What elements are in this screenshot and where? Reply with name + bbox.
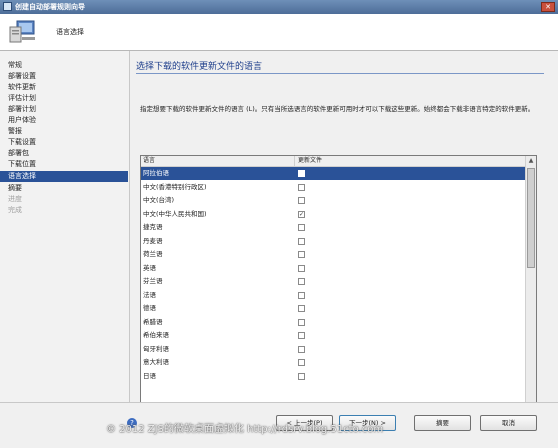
list-header: 语言 更新文件: [141, 156, 526, 167]
update-files-checkbox[interactable]: ✓: [298, 210, 305, 218]
wizard-header: 语言选择: [0, 14, 558, 51]
list-row[interactable]: 希伯来语: [141, 329, 526, 342]
page-description: 指定想要下载的软件更新文件的语言 (L)。只有当所选语言的软件更新可用时才可以下…: [140, 105, 535, 113]
list-row[interactable]: 匈牙利语: [141, 343, 526, 356]
update-files-checkbox[interactable]: [298, 278, 305, 285]
sidebar-item-evaluation-schedule[interactable]: 评估计划: [0, 93, 128, 104]
close-button[interactable]: ✕: [541, 2, 555, 12]
sidebar-item-software-updates[interactable]: 软件更新: [0, 82, 128, 93]
language-name: 丹麦语: [143, 236, 163, 245]
page-label: 语言选择: [56, 28, 84, 36]
update-files-checkbox[interactable]: [298, 251, 305, 258]
update-files-checkbox[interactable]: [298, 197, 305, 204]
update-files-checkbox[interactable]: [298, 183, 305, 191]
list-row[interactable]: 荷兰语: [141, 248, 526, 261]
list-row[interactable]: 捷克语: [141, 221, 526, 234]
language-name: 希腊语: [143, 317, 163, 326]
list-row[interactable]: 阿拉伯语: [141, 167, 526, 180]
cancel-button[interactable]: 取消: [480, 415, 537, 431]
language-name: 中文(中华人民共和国): [143, 209, 207, 218]
language-name: 中文(台湾): [143, 196, 175, 204]
language-name: 匈牙利语: [143, 344, 169, 353]
update-files-checkbox[interactable]: [298, 291, 305, 299]
watermark: © 2012 ZJS的微软桌面虚拟化 http://rdsrv.blog.51c…: [106, 424, 384, 435]
list-row[interactable]: 中文(台湾): [141, 194, 526, 207]
update-files-checkbox[interactable]: [298, 224, 305, 231]
sidebar-item-completion: 完成: [8, 206, 22, 214]
page-title: 选择下载的软件更新文件的语言: [136, 62, 263, 72]
language-name: 捷克语: [143, 223, 163, 231]
window-title: 创建自动部署规则向导: [15, 3, 85, 11]
app-icon: [3, 2, 12, 11]
sidebar-item-deployment-package[interactable]: 部署包: [0, 148, 128, 159]
language-name: 芬兰语: [143, 277, 163, 285]
update-files-checkbox[interactable]: [298, 372, 305, 380]
update-files-checkbox[interactable]: [298, 359, 305, 366]
sidebar-item-download-location[interactable]: 下载位置: [0, 159, 128, 170]
column-header-update-files[interactable]: 更新文件: [298, 156, 322, 166]
list-row[interactable]: 日语: [141, 370, 526, 383]
language-name: 荷兰语: [143, 250, 163, 258]
sidebar-item-summary[interactable]: 摘要: [0, 183, 128, 194]
title-bar: 创建自动部署规则向导 ✕: [0, 0, 558, 14]
list-row[interactable]: 德语: [141, 302, 526, 315]
language-name: 阿拉伯语: [143, 169, 169, 177]
update-files-checkbox[interactable]: [298, 332, 305, 339]
language-list[interactable]: 语言 更新文件 阿拉伯语 中文(香港特别行政区) 中文(台湾) 中文(中华人民共…: [140, 155, 537, 435]
sidebar-item-language-selection[interactable]: 语言选择: [0, 171, 128, 182]
wizard-sidebar: 常规 部署设置 软件更新 评估计划 部署计划 用户体验 警报 下载设置 部署包 …: [0, 51, 130, 402]
update-files-checkbox[interactable]: [298, 264, 305, 272]
column-header-language[interactable]: 语言: [143, 156, 155, 166]
sidebar-item-download-settings[interactable]: 下载设置: [0, 137, 128, 148]
sidebar-item-general[interactable]: 常规: [0, 60, 128, 71]
language-name: 意大利语: [143, 358, 169, 366]
wizard-content: 选择下载的软件更新文件的语言 指定想要下载的软件更新文件的语言 (L)。只有当所…: [130, 51, 558, 435]
summary-button[interactable]: 摘要: [414, 415, 471, 431]
list-row[interactable]: 芬兰语: [141, 275, 526, 288]
update-files-checkbox[interactable]: [298, 237, 305, 245]
computer-icon: [9, 20, 35, 43]
scroll-up-arrow-icon[interactable]: ▲: [526, 156, 536, 166]
list-row[interactable]: 中文(香港特别行政区): [141, 181, 526, 194]
list-row[interactable]: 希腊语: [141, 316, 526, 329]
list-row[interactable]: 英语: [141, 262, 526, 275]
update-files-checkbox[interactable]: [298, 345, 305, 353]
column-separator[interactable]: [294, 156, 295, 166]
title-divider: [136, 73, 544, 74]
list-row[interactable]: 中文(中华人民共和国) ✓: [141, 208, 526, 221]
language-name: 中文(香港特别行政区): [143, 182, 207, 191]
sidebar-item-progress: 进度: [8, 195, 22, 203]
language-name: 德语: [143, 304, 156, 312]
language-name: 希伯来语: [143, 331, 169, 339]
language-name: 英语: [143, 263, 156, 272]
sidebar-item-alerts[interactable]: 警报: [0, 126, 128, 137]
language-name: 日语: [143, 371, 156, 380]
sidebar-item-user-experience[interactable]: 用户体验: [0, 115, 128, 126]
language-name: 法语: [143, 290, 156, 299]
list-scrollbar[interactable]: ▲ ▼: [525, 156, 536, 434]
list-row[interactable]: 意大利语: [141, 356, 526, 369]
list-row[interactable]: 丹麦语: [141, 235, 526, 248]
update-files-checkbox[interactable]: [298, 318, 305, 326]
list-row[interactable]: 法语: [141, 289, 526, 302]
sidebar-item-deployment-settings[interactable]: 部署设置: [0, 71, 128, 82]
update-files-checkbox[interactable]: [298, 170, 305, 177]
update-files-checkbox[interactable]: [298, 305, 305, 312]
scrollbar-thumb[interactable]: [527, 168, 535, 268]
sidebar-item-deployment-schedule[interactable]: 部署计划: [0, 104, 128, 115]
